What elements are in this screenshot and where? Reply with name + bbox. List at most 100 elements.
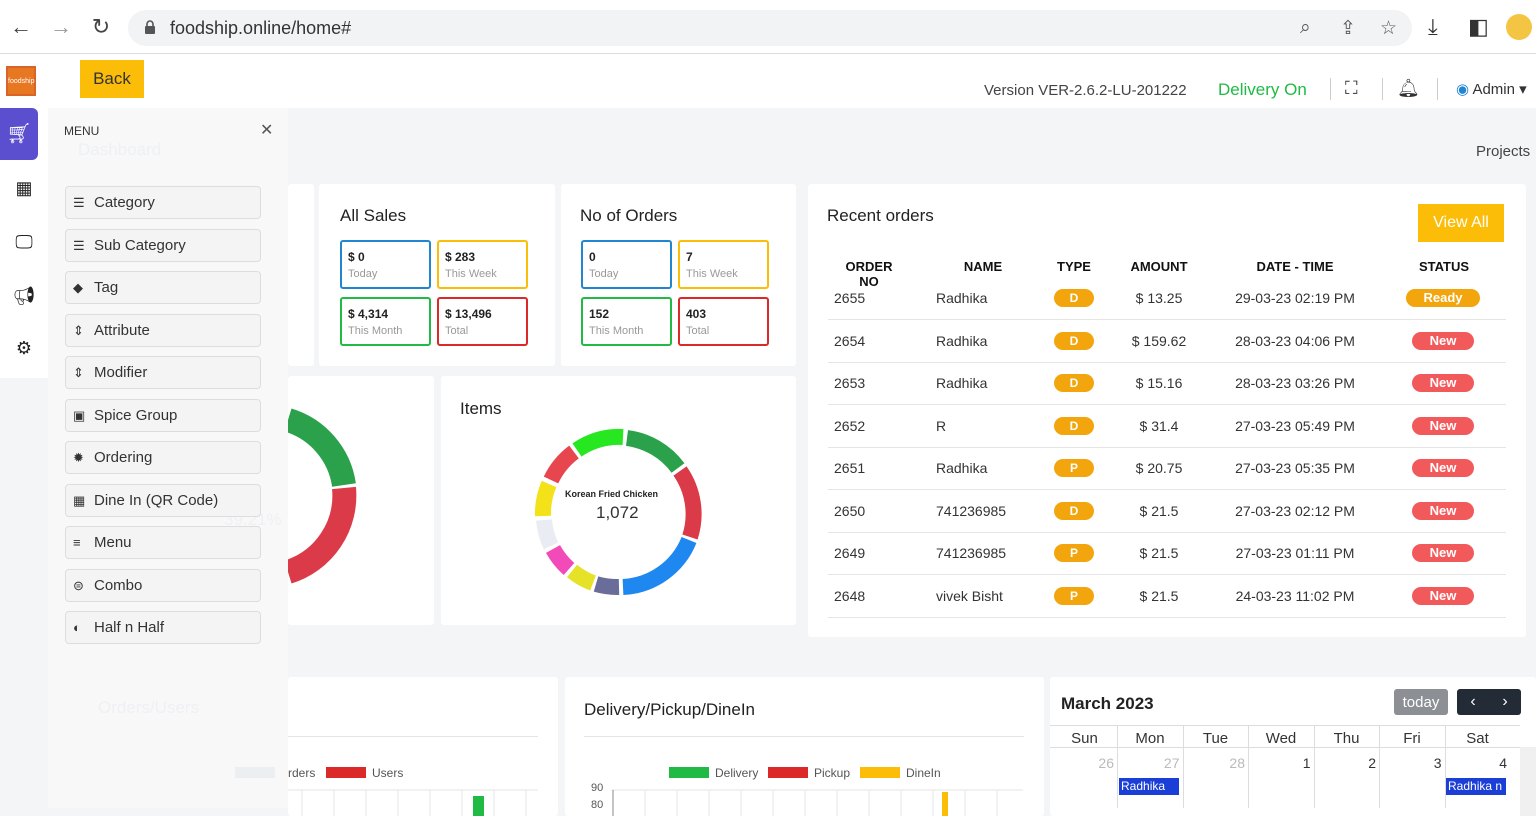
share-icon[interactable]: ⇪ (1340, 17, 1356, 40)
lock-icon (145, 20, 155, 34)
status-badge[interactable]: New (1412, 374, 1474, 392)
megaphone-icon[interactable]: 📢︎ (0, 286, 48, 307)
table-row[interactable]: 2648 vivek Bisht P $ 21.5 24-03-23 11:02 PM N… (828, 576, 1506, 618)
calendar-date[interactable]: 27 (1120, 755, 1180, 771)
back-button[interactable]: Back (80, 60, 144, 98)
legend-dinein[interactable]: DineIn (906, 766, 941, 780)
stat-box[interactable]: 0 Today (581, 240, 672, 289)
menu-item[interactable]: ☰ Category (65, 186, 261, 219)
menu-item[interactable]: ⇕ Modifier (65, 356, 261, 389)
bell-icon[interactable]: 🔔︎ (1397, 78, 1420, 99)
calendar-date[interactable]: 26 (1054, 755, 1114, 771)
cart-icon[interactable]: 🛒︎ (0, 108, 38, 160)
star-icon[interactable]: ☆ (1380, 17, 1397, 40)
menu-item[interactable]: ≡ Menu (65, 526, 261, 559)
table-row[interactable]: 2651 Radhika P $ 20.75 27-03-23 05:35 PM New (828, 448, 1506, 490)
table-row[interactable]: 2652 R D $ 31.4 27-03-23 05:49 PM New (828, 406, 1506, 448)
forward-arrow-icon[interactable]: → (48, 14, 74, 40)
legend-orders[interactable]: rders (288, 766, 315, 780)
table-row[interactable]: 2655 Radhika D $ 13.25 29-03-23 02:19 PM Read… (828, 278, 1506, 320)
column-header[interactable]: DATE - TIME (1226, 259, 1364, 274)
calendar-date[interactable]: 2 (1316, 755, 1376, 771)
calendar-date[interactable]: 3 (1382, 755, 1442, 771)
legend-delivery[interactable]: Delivery (715, 766, 758, 780)
sort-icon: ⇕ (73, 365, 84, 380)
calendar-event[interactable]: Radhika n (1446, 778, 1506, 795)
legend-users[interactable]: Users (372, 766, 403, 780)
calendar-date[interactable]: 28 (1185, 755, 1245, 771)
menu-item[interactable]: ✹ Ordering (65, 441, 261, 474)
delivery-status[interactable]: Delivery On (1218, 80, 1307, 100)
stat-box[interactable]: 7 This Week (678, 240, 769, 289)
calendar-scrollbar[interactable] (1520, 747, 1536, 816)
status-badge[interactable]: New (1412, 416, 1474, 435)
donut-segment[interactable] (566, 564, 597, 591)
status-badge[interactable]: New (1412, 586, 1474, 605)
address-bar[interactable]: foodship.online/home# ⌕ ⇪ ☆ (128, 10, 1412, 46)
bar[interactable] (473, 796, 484, 816)
menu-item[interactable]: ▣ Spice Group (65, 398, 261, 432)
donut-segment[interactable] (625, 430, 685, 473)
column-header[interactable]: AMOUNT (1124, 259, 1194, 274)
calendar-date[interactable]: 4 (1447, 755, 1507, 771)
menu-item[interactable]: ◐ Half n Half (65, 611, 261, 644)
calendar-event[interactable]: Radhika (1119, 778, 1179, 795)
menu-item[interactable]: ⊜ Combo (65, 568, 261, 602)
donut-segment[interactable] (622, 536, 697, 595)
order-datetime: 28-03-23 03:26 PM (1235, 375, 1355, 391)
monitor-icon[interactable]: 🖵︎ (0, 232, 48, 253)
close-icon[interactable]: ✕ (260, 120, 273, 140)
download-icon[interactable]: ⤓ (1428, 14, 1438, 40)
legend-pickup[interactable]: Pickup (814, 766, 850, 780)
gear-icon[interactable]: ⚙ (0, 338, 48, 359)
donut-segment[interactable] (534, 480, 557, 517)
menu-item[interactable]: ⇕ Attribute (65, 313, 261, 347)
donut-segment[interactable] (673, 466, 702, 540)
stat-box[interactable]: 403 Total (678, 297, 769, 346)
stat-box[interactable]: $ 283 This Week (437, 240, 528, 289)
bar[interactable] (942, 792, 948, 816)
breadcrumb-projects[interactable]: Projects (1476, 143, 1530, 160)
stat-box[interactable]: $ 0 Today (340, 240, 431, 289)
calendar-date[interactable]: 1 (1251, 755, 1311, 771)
table-row[interactable]: 2650 741236985 D $ 21.5 27-03-23 02:12 PM New (828, 491, 1506, 533)
donut-segment[interactable] (572, 428, 624, 457)
menu-item-label: Combo (94, 576, 143, 594)
donut-segment[interactable] (536, 519, 559, 550)
menu-item[interactable]: ☰ Sub Category (65, 228, 261, 262)
reload-icon[interactable]: ↻ (88, 14, 114, 40)
column-header[interactable]: TYPE (1054, 259, 1094, 274)
menu-item[interactable]: ▦ Dine In (QR Code) (65, 483, 261, 517)
stat-box[interactable]: $ 13,496 Total (437, 297, 528, 346)
table-row[interactable]: 2649 741236985 P $ 21.5 27-03-23 01:11 PM New (828, 533, 1506, 575)
status-badge[interactable]: New (1412, 501, 1474, 520)
sidepanel-icon[interactable]: ◧ (1468, 14, 1489, 40)
admin-menu[interactable]: ◉ Admin ▾ (1456, 80, 1527, 98)
menu-item[interactable]: ◆ Tag (65, 271, 261, 304)
stat-value: 0 (589, 250, 596, 264)
table-row[interactable]: 2654 Radhika D $ 159.62 28-03-23 04:06 PM New (828, 321, 1506, 363)
stat-box[interactable]: $ 4,314 This Month (340, 297, 431, 346)
foodship-logo[interactable]: foodship (6, 66, 36, 96)
status-badge[interactable]: Ready (1406, 289, 1480, 307)
status-badge[interactable]: New (1412, 459, 1474, 477)
calculator-icon[interactable]: ▦ (0, 178, 48, 199)
menu-title: MENU (64, 124, 100, 138)
donut-segment[interactable] (543, 445, 580, 484)
stat-box[interactable]: 152 This Month (581, 297, 672, 346)
today-button[interactable]: today (1394, 689, 1448, 715)
table-row[interactable]: 2653 Radhika D $ 15.16 28-03-23 03:26 PM New (828, 363, 1506, 405)
column-header[interactable]: STATUS (1412, 259, 1476, 274)
prev-month-button[interactable]: ‹ (1457, 689, 1489, 715)
donut-segment[interactable] (593, 576, 620, 595)
profile-avatar[interactable] (1506, 14, 1532, 40)
next-month-button[interactable]: › (1489, 689, 1521, 715)
column-header[interactable]: NAME (938, 259, 1028, 274)
view-all-button[interactable]: View All (1418, 204, 1504, 242)
back-arrow-icon[interactable]: ← (8, 14, 34, 40)
status-badge[interactable]: New (1412, 544, 1474, 562)
fullscreen-icon[interactable]: ⛶ (1345, 78, 1358, 99)
status-badge[interactable]: New (1412, 331, 1474, 350)
donut-segment[interactable] (545, 544, 575, 575)
zoom-icon[interactable]: ⌕ (1300, 17, 1311, 39)
